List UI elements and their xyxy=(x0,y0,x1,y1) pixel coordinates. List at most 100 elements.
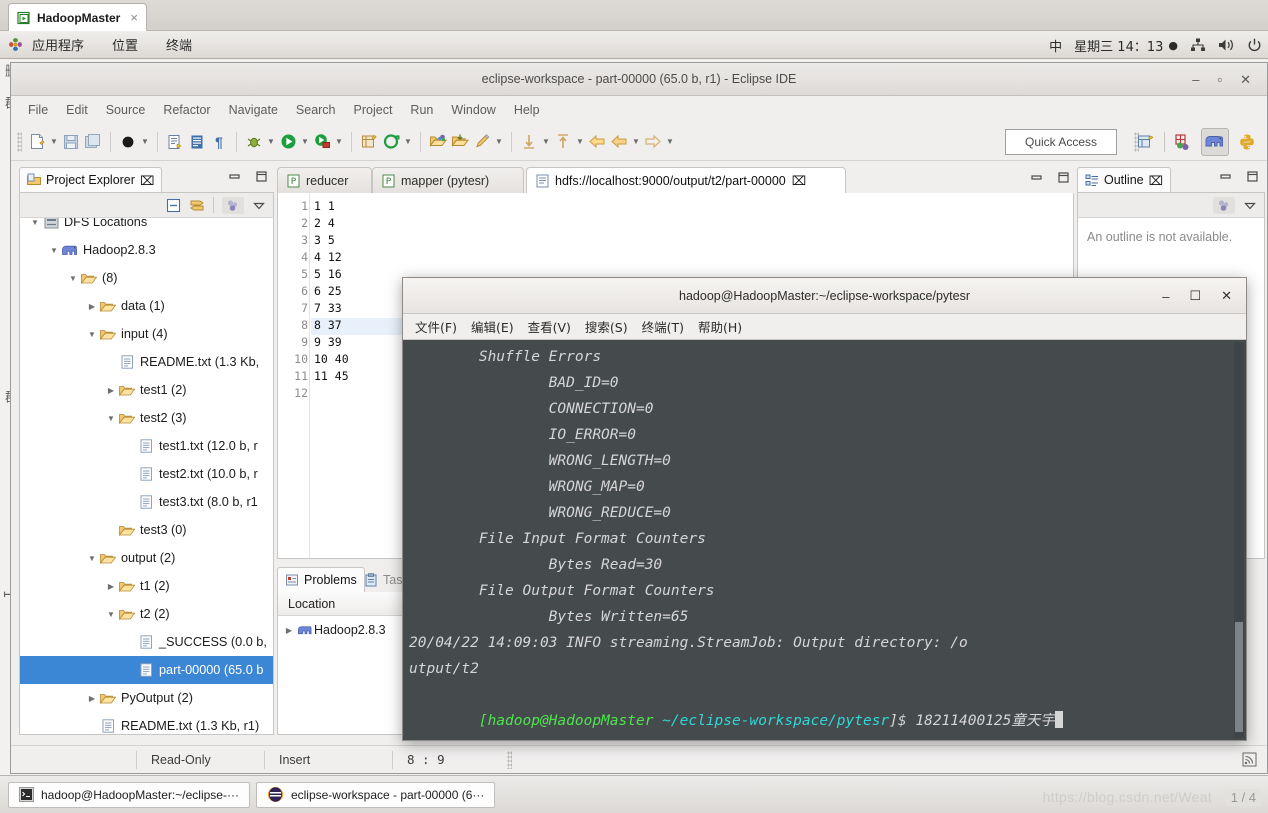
filter-icon[interactable] xyxy=(222,196,244,214)
chevron-down-icon[interactable]: ▼ xyxy=(66,274,80,283)
menu-search[interactable]: Search xyxy=(287,100,345,120)
tree-item-8[interactable]: ▼ (8) xyxy=(20,264,273,292)
minimize-button[interactable]: – xyxy=(1192,72,1199,87)
edit-icon[interactable] xyxy=(471,131,493,153)
previous-annotation-icon[interactable] xyxy=(518,131,540,153)
maximize-button[interactable]: ☐ xyxy=(1189,288,1201,304)
open-perspective-button[interactable] xyxy=(1132,128,1160,156)
menu-navigate[interactable]: Navigate xyxy=(220,100,287,120)
tree-item-pyoutput[interactable]: ▶ PyOutput (2) xyxy=(20,684,273,712)
volume-icon[interactable] xyxy=(1218,38,1235,52)
tab-outline[interactable]: Outline ⌧ xyxy=(1077,167,1172,192)
minimize-view-icon[interactable] xyxy=(1219,170,1232,183)
save-all-icon[interactable] xyxy=(82,131,104,153)
quick-access-input[interactable]: Quick Access xyxy=(1005,129,1117,155)
new-icon[interactable] xyxy=(26,131,48,153)
terminal-menu-view[interactable]: 查看(V) xyxy=(521,315,578,338)
next-annotation-dropdown-icon[interactable]: ▼ xyxy=(574,131,586,153)
new-dropdown-icon[interactable]: ▼ xyxy=(48,131,60,153)
debug-toggle-dropdown-icon[interactable]: ▼ xyxy=(139,131,151,153)
java-perspective-icon[interactable] xyxy=(1169,128,1197,156)
status-drag-handle[interactable] xyxy=(507,750,512,769)
code-line[interactable]: 2 2 4 xyxy=(278,216,1073,233)
menu-source[interactable]: Source xyxy=(97,100,155,120)
view-menu-icon[interactable] xyxy=(252,199,266,212)
back-dropdown-icon[interactable]: ▼ xyxy=(630,131,642,153)
save-icon[interactable] xyxy=(60,131,82,153)
tree-item-readme.txt[interactable]: README.txt (1.3 Kb, xyxy=(20,348,273,376)
menu-terminal[interactable]: 终端 xyxy=(157,35,201,54)
forward-icon[interactable] xyxy=(642,131,664,153)
chevron-down-icon[interactable]: ▼ xyxy=(47,246,61,255)
edit-dropdown-icon[interactable]: ▼ xyxy=(493,131,505,153)
chevron-down-icon[interactable]: ▼ xyxy=(85,554,99,563)
tree-item-test1.txt[interactable]: test1.txt (12.0 b, r xyxy=(20,432,273,460)
view-menu-icon[interactable] xyxy=(1243,199,1257,212)
minimize-view-icon[interactable] xyxy=(1030,171,1043,184)
tree-item-readme.txt[interactable]: README.txt (1.3 Kb, r1) xyxy=(20,712,273,734)
editor-tab-reducer[interactable]: P reducer xyxy=(277,167,372,193)
collapse-all-icon[interactable] xyxy=(166,198,181,213)
maximize-button[interactable]: ▫ xyxy=(1217,72,1222,87)
power-icon[interactable] xyxy=(1247,38,1262,53)
close-icon[interactable]: ⌧ xyxy=(140,173,154,188)
terminal-scrollbar[interactable] xyxy=(1234,342,1244,738)
tree-item-test3.txt[interactable]: test3.txt (8.0 b, r1 xyxy=(20,488,273,516)
menu-run[interactable]: Run xyxy=(401,100,442,120)
workspace-pager[interactable]: 1 / 4 xyxy=(1224,789,1262,806)
next-annotation-icon[interactable] xyxy=(552,131,574,153)
previous-annotation-dropdown-icon[interactable]: ▼ xyxy=(540,131,552,153)
menu-refactor[interactable]: Refactor xyxy=(154,100,219,120)
vm-tab-hadoopmaster[interactable]: HadoopMaster × xyxy=(8,3,147,31)
pydev-perspective-icon[interactable] xyxy=(1233,128,1261,156)
taskbar-button-eclipse[interactable]: eclipse-workspace - part-00000 (6··· xyxy=(255,781,496,808)
chevron-down-icon[interactable]: ▼ xyxy=(28,218,42,227)
tab-problems[interactable]: Problems xyxy=(277,567,365,592)
ime-indicator[interactable]: 中 xyxy=(1049,36,1062,55)
close-button[interactable]: ✕ xyxy=(1240,72,1251,88)
tree-item-dfs[interactable]: ▼ DFS Locations xyxy=(20,218,273,236)
run-icon[interactable] xyxy=(277,131,299,153)
run-dropdown-icon[interactable]: ▼ xyxy=(299,131,311,153)
chevron-down-icon[interactable]: ▼ xyxy=(104,414,118,423)
tree-item-_success[interactable]: _SUCCESS (0.0 b, xyxy=(20,628,273,656)
editor-tab-mapper[interactable]: P mapper (pytesr) xyxy=(372,167,524,193)
tab-project-explorer[interactable]: Project Explorer ⌧ xyxy=(19,167,163,192)
tree-item-t1[interactable]: ▶ t1 (2) xyxy=(20,572,273,600)
menu-file[interactable]: File xyxy=(19,100,57,120)
coverage-icon[interactable] xyxy=(311,131,333,153)
open-type-icon[interactable] xyxy=(164,131,186,153)
new-package-icon[interactable] xyxy=(380,131,402,153)
terminal-menu-help[interactable]: 帮助(H) xyxy=(691,315,749,338)
chevron-right-icon[interactable]: ▶ xyxy=(104,582,118,591)
menu-edit[interactable]: Edit xyxy=(57,100,97,120)
menu-project[interactable]: Project xyxy=(345,100,402,120)
pilcrow-icon[interactable]: ¶ xyxy=(208,131,230,153)
rss-icon[interactable] xyxy=(1242,752,1267,767)
terminal-menu-terminal[interactable]: 终端(T) xyxy=(635,315,691,338)
editor-tab-part-00000[interactable]: hdfs://localhost:9000/output/t2/part-000… xyxy=(526,167,846,193)
close-icon[interactable]: ⌧ xyxy=(792,173,806,188)
link-with-editor-icon[interactable] xyxy=(189,198,205,213)
mapreduce-perspective-icon[interactable] xyxy=(1201,128,1229,156)
tree-item-test1[interactable]: ▶ test1 (2) xyxy=(20,376,273,404)
tree-item-input[interactable]: ▼ input (4) xyxy=(20,320,273,348)
expand-icon[interactable]: ▶ xyxy=(282,626,296,635)
chevron-right-icon[interactable]: ▶ xyxy=(104,386,118,395)
tree-item-part-00000[interactable]: part-00000 (65.0 b xyxy=(20,656,273,684)
terminal-menu-edit[interactable]: 编辑(E) xyxy=(464,315,521,338)
code-line[interactable]: 3 3 5 xyxy=(278,233,1073,250)
maximize-view-icon[interactable] xyxy=(1246,170,1259,183)
taskbar-button-terminal[interactable]: hadoop@HadoopMaster:~/eclipse-··· xyxy=(8,781,250,808)
chevron-down-icon[interactable]: ▼ xyxy=(104,610,118,619)
tree-item-output[interactable]: ▼ output (2) xyxy=(20,544,273,572)
tree-item-hadoop2.8.3[interactable]: ▼ Hadoop2.8.3 xyxy=(20,236,273,264)
open-resource-icon[interactable] xyxy=(186,131,208,153)
forward-dropdown-icon[interactable]: ▼ xyxy=(664,131,676,153)
tree-item-t2[interactable]: ▼ t2 (2) xyxy=(20,600,273,628)
tree-item-data[interactable]: ▶ data (1) xyxy=(20,292,273,320)
open-folder-icon[interactable] xyxy=(427,131,449,153)
debug-toggle-icon[interactable] xyxy=(117,131,139,153)
new-package-dropdown-icon[interactable]: ▼ xyxy=(402,131,414,153)
menu-window[interactable]: Window xyxy=(442,100,504,120)
